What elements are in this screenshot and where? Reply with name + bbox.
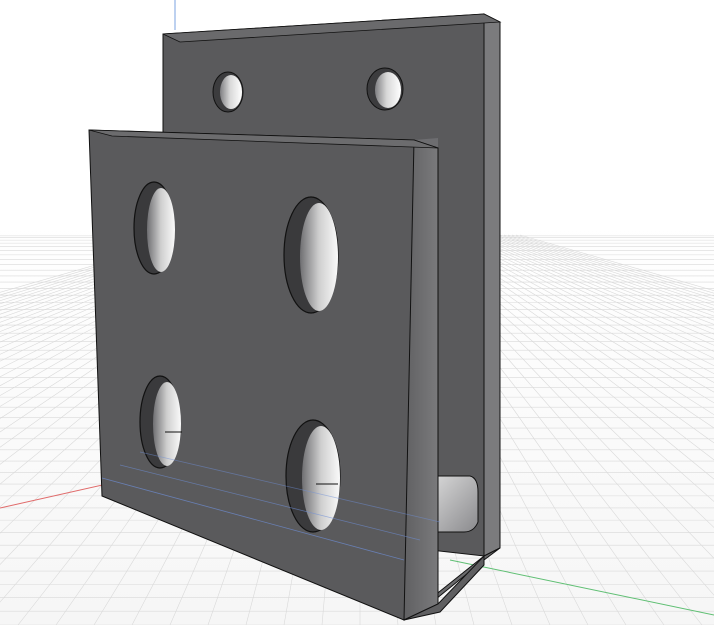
- cad-scene[interactable]: [0, 0, 714, 625]
- grid-line: [483, 234, 714, 321]
- front-plate-hole-top-right[interactable]: [283, 196, 339, 314]
- 3d-viewport[interactable]: [0, 0, 714, 625]
- front-plate-hole-bottom-right[interactable]: [285, 419, 341, 533]
- grid-line: [491, 234, 714, 313]
- grid-line: [503, 234, 714, 303]
- back-plate-hole-right[interactable]: [366, 67, 404, 111]
- grid-line: [499, 234, 714, 306]
- grid-line: [463, 234, 714, 346]
- grid-line: [507, 234, 714, 300]
- grid-line: [487, 234, 714, 317]
- front-plate[interactable]: [88, 129, 485, 621]
- green-axis-line: [449, 559, 714, 616]
- front-plate-hole-top-left[interactable]: [133, 181, 175, 275]
- back-plate-side: [483, 13, 501, 557]
- back-plate-hole-left[interactable]: [212, 71, 244, 113]
